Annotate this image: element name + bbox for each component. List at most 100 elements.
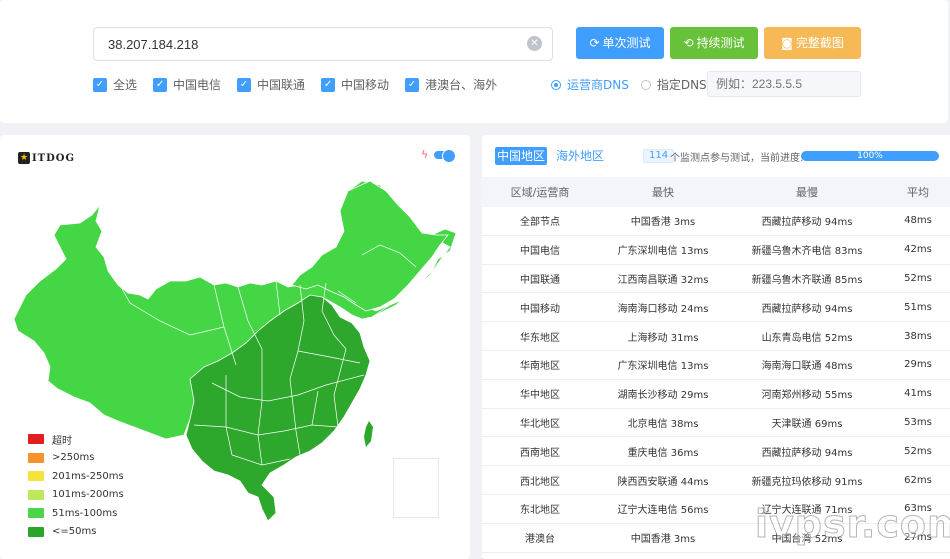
check-icon: ✓ — [321, 77, 336, 92]
node-count-text: 个监测点参与测试，当前进度: — [670, 153, 804, 164]
table-row: 全部节点 中国香港 3ms 西藏拉萨移动 94ms 48ms — [482, 207, 950, 236]
south-china-sea-inset — [393, 458, 439, 518]
test-config-panel: ✕ ⟳单次测试 ⟲持续测试 ◙完整截图 ✓全选 ✓中国电信 ✓中国联通 ✓中国移… — [0, 0, 948, 123]
filter-telecom-checkbox[interactable]: ✓ 中国电信 — [153, 76, 221, 93]
column-header-slowest: 最慢 — [796, 186, 818, 199]
legend-item: 超时 — [28, 430, 124, 449]
cell-fastest: 广东深圳电信 13ms — [617, 361, 709, 373]
cell-fastest: 辽宁大连电信 56ms — [617, 505, 709, 517]
table-row: 港澳台 中国香港 3ms 中国台湾 52ms 27ms — [482, 524, 950, 553]
ip-input[interactable] — [93, 27, 553, 61]
check-icon: ✓ — [237, 77, 252, 92]
legend-swatch-under-50 — [28, 526, 44, 537]
cell-slowest: 西藏拉萨移动 94ms — [761, 447, 853, 459]
tab-overseas-region[interactable]: 海外地区 — [556, 147, 604, 165]
itdog-logo: ★ ITDOG — [18, 152, 76, 164]
table-row: 东北地区 辽宁大连电信 56ms 辽宁大连联通 71ms 63ms — [482, 495, 950, 524]
cell-average: 27ms — [904, 532, 932, 544]
legend-item: 201ms-250ms — [28, 467, 124, 486]
cell-region: 全部节点 — [520, 217, 560, 229]
radio-icon — [640, 79, 651, 90]
legend-swatch-51-100 — [28, 508, 44, 519]
filter-mobile-checkbox[interactable]: ✓ 中国移动 — [321, 76, 389, 93]
cell-fastest: 中国香港 3ms — [630, 534, 696, 546]
results-panel: 中国地区 海外地区 114 个监测点参与测试，当前进度: 100% 区域/运营商… — [482, 135, 950, 559]
table-header: 区域/运营商 最快 最慢 平均 — [482, 177, 950, 207]
cell-average: 52ms — [904, 445, 932, 457]
cell-slowest: 西藏拉萨移动 94ms — [761, 217, 853, 229]
camera-icon: ◙ — [781, 36, 793, 50]
custom-dns-input[interactable] — [707, 71, 861, 97]
check-icon: ✓ — [153, 77, 168, 92]
cell-slowest: 天津联通 69ms — [771, 418, 843, 430]
cell-average: 29ms — [904, 359, 932, 371]
cell-fastest: 广东深圳电信 13ms — [617, 246, 709, 258]
refresh-icon: ⟳ — [589, 36, 600, 50]
cell-fastest: 江西南昌联通 32ms — [617, 274, 709, 286]
continuous-test-button[interactable]: ⟲ 持续测试 — [670, 27, 758, 59]
legend-item: 51ms-100ms — [28, 504, 124, 523]
map-region-taiwan — [364, 421, 373, 447]
cell-region: 中国电信 — [520, 246, 560, 258]
cell-fastest: 湖南长沙移动 29ms — [617, 390, 709, 402]
single-test-button[interactable]: ⟳ 单次测试 — [576, 27, 664, 59]
screenshot-button[interactable]: ◙ 完整截图 — [764, 27, 861, 59]
filter-overseas-checkbox[interactable]: ✓ 港澳台、海外 — [405, 76, 497, 93]
cell-region: 华东地区 — [520, 332, 560, 344]
cell-region: 中国联通 — [520, 274, 560, 286]
cell-average: 63ms — [904, 503, 932, 515]
cell-fastest: 北京电信 38ms — [627, 418, 699, 430]
filter-all-checkbox[interactable]: ✓ 全选 — [93, 76, 137, 93]
cell-region: 西北地区 — [520, 476, 560, 488]
cell-average: 52ms — [904, 272, 932, 284]
legend-item: <=50ms — [28, 523, 124, 542]
cell-slowest: 山东青岛电信 52ms — [761, 332, 853, 344]
cell-average: 48ms — [904, 215, 932, 227]
lightning-icon: ϟ — [421, 148, 429, 161]
cell-average: 38ms — [904, 330, 932, 342]
column-header-average: 平均 — [907, 186, 929, 199]
dns-option-group: 运营商DNS 指定DNS: — [551, 76, 723, 93]
cell-region: 华中地区 — [520, 390, 560, 402]
progress-bar: 100% — [801, 151, 939, 161]
legend-swatch-101-200 — [28, 489, 44, 500]
custom-dns-radio[interactable]: 指定DNS: — [640, 76, 711, 93]
table-row: 西北地区 陕西西安联通 44ms 新疆克拉玛依移动 91ms 62ms — [482, 466, 950, 495]
cell-fastest: 重庆电信 36ms — [627, 447, 699, 459]
table-row: 中国电信 广东深圳电信 13ms 新疆乌鲁木齐电信 83ms 42ms — [482, 236, 950, 265]
isp-dns-radio[interactable]: 运营商DNS — [551, 76, 629, 93]
legend-swatch-201-250 — [28, 471, 44, 482]
dog-logo-icon: ★ — [18, 152, 30, 164]
cell-average: 62ms — [904, 474, 932, 486]
cell-fastest: 陕西西安联通 44ms — [617, 476, 709, 488]
legend-swatch-timeout — [28, 434, 44, 445]
table-row: 中国移动 海南海口移动 24ms 西藏拉萨移动 94ms 51ms — [482, 293, 950, 323]
latency-legend: 超时 >250ms 201ms-250ms 101ms-200ms 51ms-1… — [28, 430, 124, 541]
legend-swatch-over-250 — [28, 452, 44, 463]
isp-filter-group: ✓ 全选 ✓ 中国电信 ✓ 中国联通 ✓ 中国移动 ✓ 港澳台、海外 — [93, 76, 513, 93]
tab-china-region[interactable]: 中国地区 — [495, 147, 547, 165]
cell-region: 华北地区 — [520, 418, 560, 430]
cell-slowest: 新疆乌鲁木齐联通 85ms — [751, 274, 863, 286]
map-mode-toggle[interactable] — [434, 149, 456, 163]
check-icon: ✓ — [405, 77, 420, 92]
cell-slowest: 西藏拉萨移动 94ms — [761, 303, 853, 315]
cell-slowest: 新疆乌鲁木齐电信 83ms — [751, 246, 863, 258]
cell-fastest: 上海移动 31ms — [627, 332, 699, 344]
results-table-body: 全部节点 中国香港 3ms 西藏拉萨移动 94ms 48ms 中国电信 广东深圳电信 1… — [482, 207, 950, 553]
table-row: 中国联通 江西南昌联通 32ms 新疆乌鲁木齐联通 85ms 52ms — [482, 265, 950, 294]
check-icon: ✓ — [93, 77, 107, 92]
cell-fastest: 海南海口移动 24ms — [617, 303, 709, 315]
cell-fastest: 中国香港 3ms — [630, 217, 696, 229]
cell-region: 中国移动 — [520, 303, 560, 315]
cell-average: 53ms — [904, 416, 932, 428]
clear-icon[interactable]: ✕ — [527, 36, 542, 51]
latency-map-panel: ★ ITDOG ϟ 超时 >250ms 201ms-250ms 101ms-20… — [0, 135, 470, 559]
legend-item: 101ms-200ms — [28, 486, 124, 505]
cell-region: 西南地区 — [520, 447, 560, 459]
column-header-fastest: 最快 — [652, 186, 674, 199]
cell-average: 41ms — [904, 388, 932, 400]
column-header-region: 区域/运营商 — [510, 186, 570, 199]
progress-label: 100% — [857, 151, 883, 161]
filter-unicom-checkbox[interactable]: ✓ 中国联通 — [237, 76, 305, 93]
